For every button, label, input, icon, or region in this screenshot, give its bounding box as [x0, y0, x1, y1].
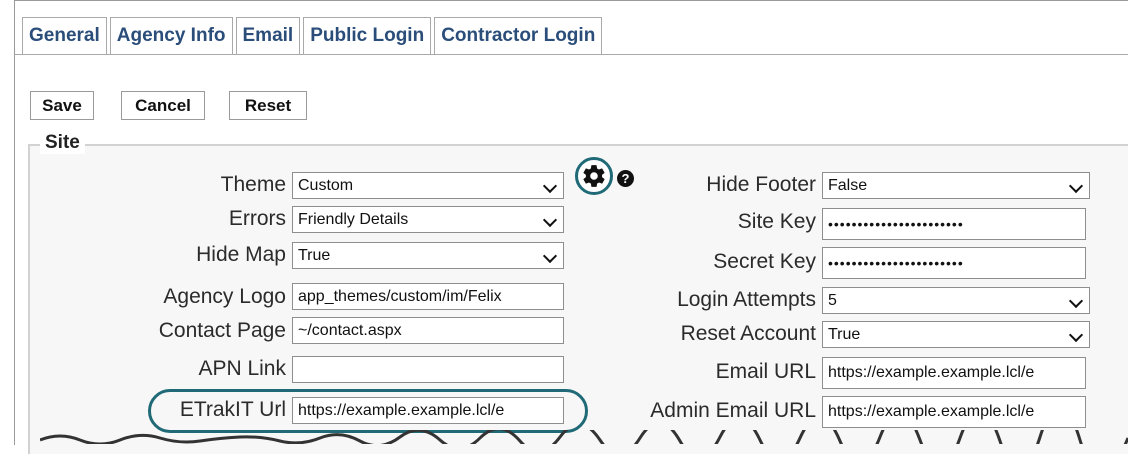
chevron-down-icon [1068, 327, 1084, 343]
email-url-input[interactable]: https://example.example.lcl/e [822, 357, 1086, 389]
cancel-button[interactable]: Cancel [121, 91, 205, 120]
login-attempts-select[interactable]: 5 [822, 287, 1090, 314]
admin-email-url-input[interactable]: https://example.example.lcl/e [822, 396, 1086, 428]
chevron-down-icon [542, 212, 558, 228]
site-key-input[interactable]: ••••••••••••••••••••••• [822, 208, 1086, 240]
login-attempts-value: 5 [828, 291, 837, 309]
reset-account-select[interactable]: True [822, 321, 1090, 348]
theme-select[interactable]: Custom [292, 172, 564, 199]
hide-footer-label: Hide Footer [706, 173, 816, 196]
hide-map-label: Hide Map [196, 243, 286, 266]
email-url-label: Email URL [715, 360, 816, 383]
gear-icon[interactable] [575, 157, 613, 195]
site-legend: Site [40, 132, 85, 154]
tab-bar: General Agency Info Email Public Login C… [22, 17, 603, 55]
errors-select[interactable]: Friendly Details [292, 206, 564, 233]
errors-label: Errors [228, 207, 286, 230]
site-key-label: Site Key [737, 210, 816, 233]
chevron-down-icon [542, 178, 558, 194]
reset-button[interactable]: Reset [229, 91, 307, 120]
tab-general[interactable]: General [22, 17, 107, 54]
contact-page-label: Contact Page [158, 319, 286, 342]
chevron-down-icon [1068, 178, 1084, 194]
tab-public-login[interactable]: Public Login [303, 17, 432, 54]
help-icon[interactable]: ? [617, 170, 634, 187]
tab-email[interactable]: Email [235, 17, 301, 54]
errors-value: Friendly Details [298, 210, 409, 228]
login-attempts-label: Login Attempts [677, 288, 816, 311]
redacted-scribble [40, 430, 1128, 444]
etrakit-url-input[interactable]: https://example.example.lcl/e [292, 397, 564, 424]
chevron-down-icon [542, 248, 558, 264]
chevron-down-icon [1068, 293, 1084, 309]
hide-map-value: True [298, 246, 331, 264]
admin-email-url-label: Admin Email URL [650, 399, 816, 422]
reset-account-label: Reset Account [680, 322, 816, 345]
tab-contractor-login[interactable]: Contractor Login [434, 17, 603, 54]
hide-footer-value: False [828, 176, 868, 194]
tab-agency-info[interactable]: Agency Info [109, 17, 233, 54]
agency-logo-input[interactable]: app_themes/custom/im/Felix [292, 283, 564, 310]
reset-account-value: True [828, 325, 861, 343]
etrakit-url-label: ETrakIT Url [179, 398, 286, 421]
tab-divider [14, 54, 1128, 55]
secret-key-input[interactable]: ••••••••••••••••••••••• [822, 247, 1086, 279]
save-button[interactable]: Save [30, 91, 94, 120]
theme-value: Custom [298, 176, 354, 194]
theme-label: Theme [220, 173, 286, 196]
apn-link-label: APN Link [198, 357, 286, 380]
hide-footer-select[interactable]: False [822, 172, 1090, 199]
apn-link-input[interactable] [292, 356, 564, 383]
agency-logo-label: Agency Logo [163, 285, 286, 308]
secret-key-label: Secret Key [713, 250, 816, 273]
contact-page-input[interactable]: ~/contact.aspx [292, 317, 564, 344]
hide-map-select[interactable]: True [292, 242, 564, 269]
